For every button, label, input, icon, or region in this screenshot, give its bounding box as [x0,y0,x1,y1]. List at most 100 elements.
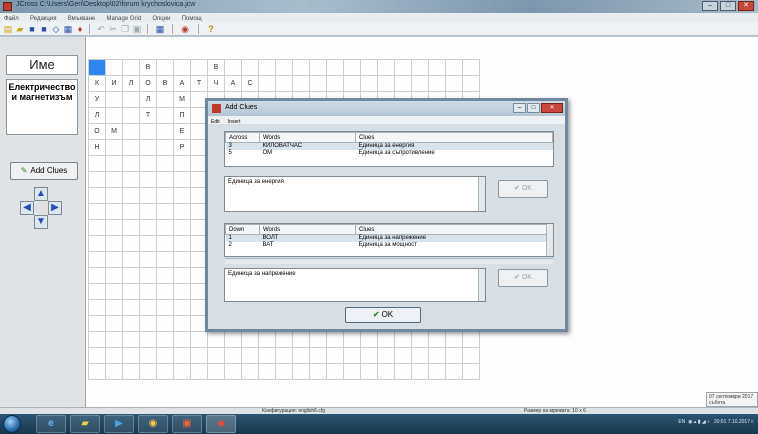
maximize-button[interactable]: □ [720,1,736,11]
grid-cell[interactable] [292,59,310,76]
across-clue-scrollbar[interactable] [478,177,485,211]
grid-cell[interactable] [156,187,174,204]
grid-cell[interactable] [122,203,140,220]
grid-cell[interactable] [207,347,225,364]
jcross-taskbar-icon[interactable]: ◆ [206,415,236,433]
grid-cell[interactable] [139,267,157,284]
grid-cell[interactable] [428,59,446,76]
grid-cell[interactable] [88,363,106,380]
grid-cell[interactable] [292,347,310,364]
grid-cell[interactable] [326,59,344,76]
grid-cell[interactable] [445,331,463,348]
grid-cell[interactable] [105,107,123,124]
grid-cell[interactable] [156,315,174,332]
grid-cell[interactable] [122,187,140,204]
grid-cell[interactable] [88,347,106,364]
grid-cell[interactable] [207,331,225,348]
down-ok-button[interactable]: ✔ OK [498,269,548,287]
new-file-icon[interactable]: ▤ [3,24,13,34]
grid-cell[interactable] [462,59,480,76]
grid-cell[interactable] [462,363,480,380]
powerpoint-icon[interactable]: ▣ [172,415,202,433]
grid-cell[interactable]: В [207,59,225,76]
grid-cell[interactable] [139,171,157,188]
file-explorer-icon[interactable]: ▰ [70,415,100,433]
grid-cell[interactable] [139,123,157,140]
grid-cell[interactable] [156,267,174,284]
add-clues-button[interactable]: ✎ Add Clues [10,162,78,180]
grid-cell[interactable] [462,75,480,92]
grid-cell[interactable] [326,363,344,380]
dialog-maximize-button[interactable]: □ [527,103,540,113]
clock-time[interactable]: 20:01 [714,419,727,425]
table-row[interactable]: 2 ВАТ Единица за мощност [226,242,553,249]
grid-cell[interactable] [275,363,293,380]
grid-cell[interactable] [139,299,157,316]
grid-cell[interactable] [173,187,191,204]
grid-cell[interactable] [122,347,140,364]
grid-cell[interactable]: В [139,59,157,76]
grid-cell[interactable] [224,363,242,380]
grid-icon[interactable]: ▦ [63,24,73,34]
grid-cell[interactable] [156,139,174,156]
grid-cell[interactable] [292,75,310,92]
grid-cell[interactable] [462,347,480,364]
grid-cell[interactable] [173,331,191,348]
grid-cell[interactable]: К [88,75,106,92]
grid-cell[interactable] [122,91,140,108]
grid-cell[interactable] [462,331,480,348]
grid-cell[interactable] [173,203,191,220]
grid-cell[interactable] [105,203,123,220]
grid-cell[interactable] [258,347,276,364]
help-icon[interactable]: ? [206,24,216,34]
chrome-icon[interactable]: ◉ [138,415,168,433]
grid-cell[interactable] [292,331,310,348]
grid-cell[interactable] [88,283,106,300]
down-list-scrollbar[interactable] [546,224,553,256]
grid-cell[interactable] [173,347,191,364]
internet-explorer-icon[interactable]: e [36,415,66,433]
grid-cell[interactable] [326,331,344,348]
grid-cell[interactable] [326,75,344,92]
grid-cell[interactable] [105,219,123,236]
grid-cell[interactable] [122,267,140,284]
grid-cell[interactable] [156,299,174,316]
grid-cell[interactable] [258,75,276,92]
grid-cell[interactable] [428,347,446,364]
grid-cell[interactable]: И [105,75,123,92]
grid-cell[interactable] [88,267,106,284]
grid-cell[interactable]: А [173,75,191,92]
grid-cell[interactable] [88,187,106,204]
grid-cell[interactable]: Л [88,107,106,124]
grid-cell[interactable] [88,219,106,236]
grid-cell[interactable] [139,235,157,252]
grid-cell[interactable] [139,283,157,300]
grid-cell[interactable] [360,331,378,348]
grid-cell[interactable] [105,59,123,76]
menu-file[interactable]: Файл [0,15,24,22]
grid-cell[interactable] [411,347,429,364]
table-row[interactable]: 5 ОМ Единица за съпротивление [226,150,553,157]
grid-cell[interactable] [156,331,174,348]
grid-cell[interactable] [309,331,327,348]
start-button[interactable] [3,415,21,433]
grid-cell[interactable] [173,155,191,172]
across-header-words[interactable]: Words [259,132,356,143]
grid-cell[interactable] [105,155,123,172]
grid-cell[interactable] [275,331,293,348]
grid-cell[interactable] [122,139,140,156]
cut-icon[interactable]: ✂ [108,24,118,34]
grid-cell[interactable] [309,59,327,76]
grid-cell[interactable] [139,139,157,156]
grid-cell[interactable] [156,283,174,300]
grid-cell[interactable]: А [224,75,242,92]
grid-cell[interactable] [139,363,157,380]
grid-cell[interactable] [122,107,140,124]
grid-cell[interactable] [394,347,412,364]
grid-cell[interactable]: Ч [207,75,225,92]
down-header-number[interactable]: Down [225,224,260,235]
grid-cell[interactable] [377,363,395,380]
grid-cell[interactable] [156,363,174,380]
undo-icon[interactable]: ↶ [96,24,106,34]
arrow-up-icon[interactable]: ▲ [34,187,48,201]
